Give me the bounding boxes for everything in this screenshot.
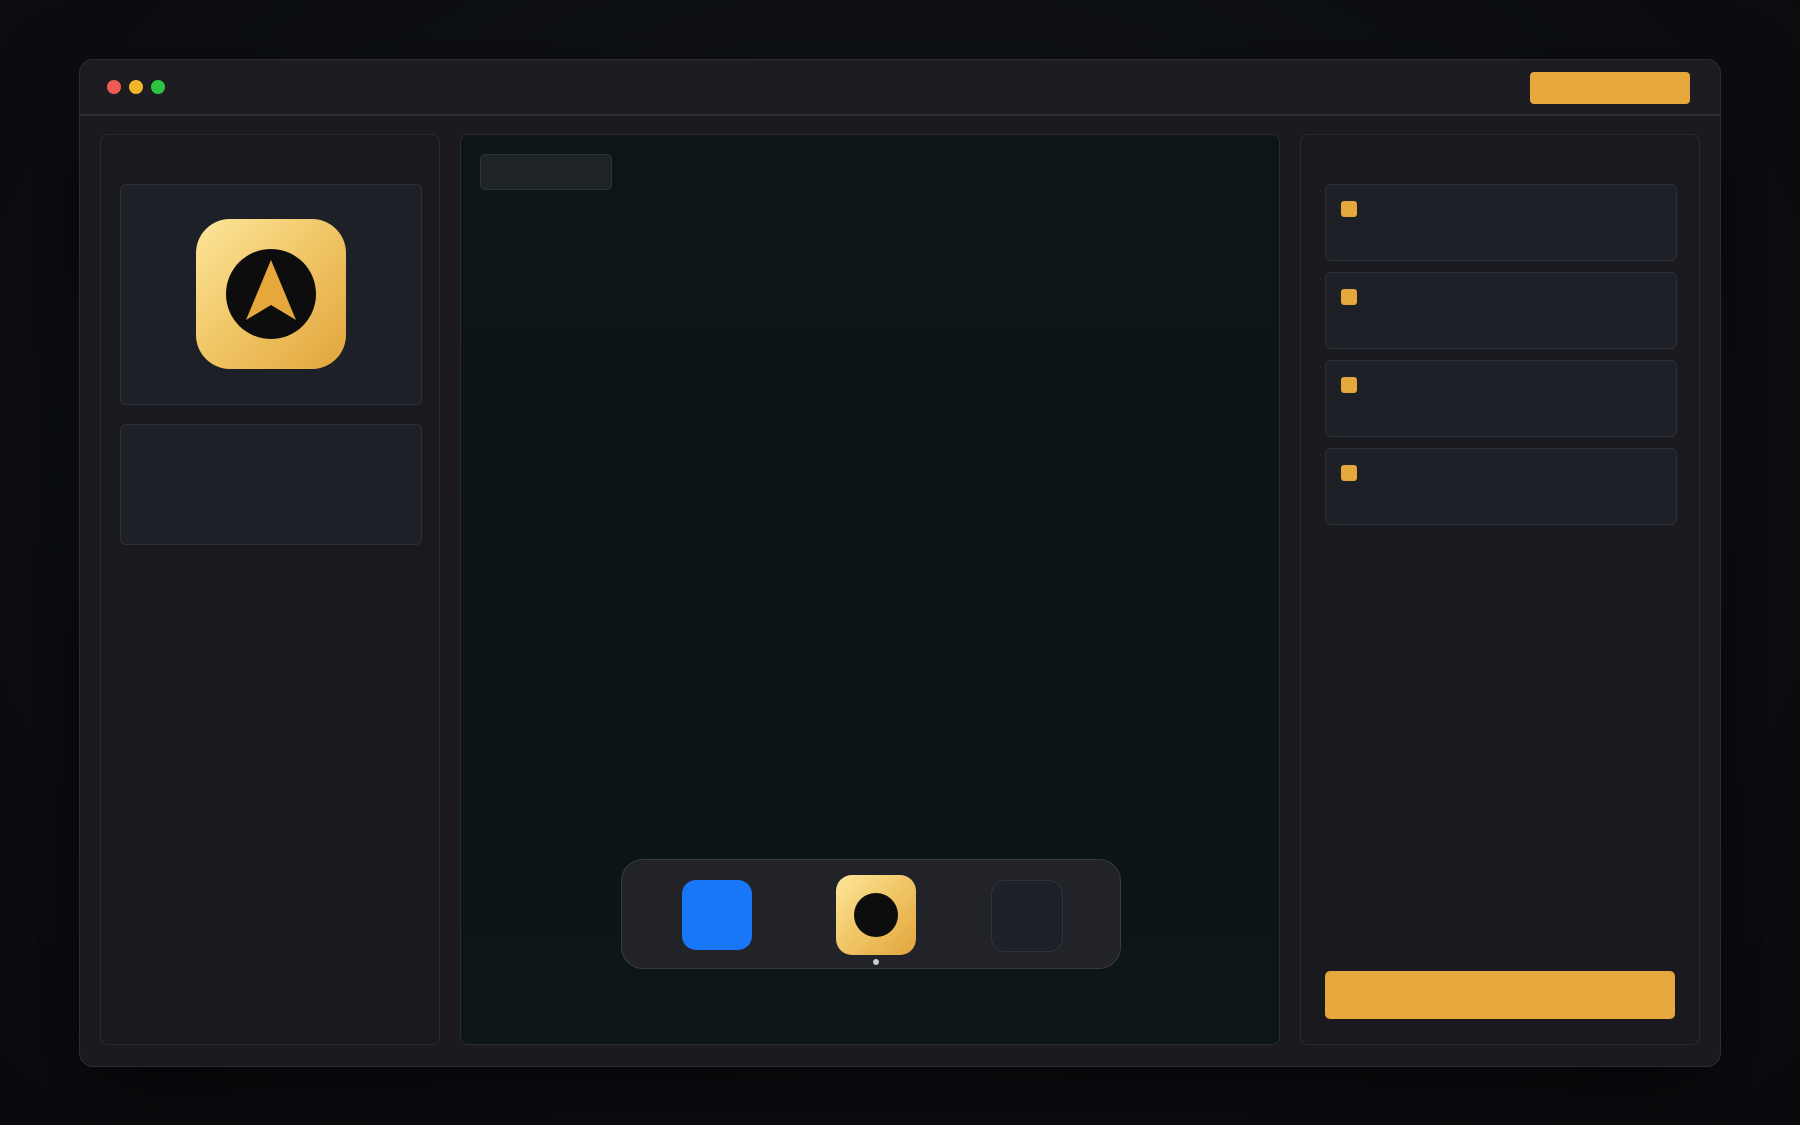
- circle-icon: [854, 893, 898, 937]
- main-canvas: [460, 134, 1280, 1045]
- list-item[interactable]: [1325, 272, 1677, 349]
- close-window-button[interactable]: [107, 80, 121, 94]
- list-item[interactable]: [1325, 184, 1677, 261]
- canvas-tag[interactable]: [480, 154, 612, 190]
- zoom-window-button[interactable]: [151, 80, 165, 94]
- minimize-window-button[interactable]: [129, 80, 143, 94]
- bullet-icon: [1341, 289, 1357, 305]
- title-bar: [80, 60, 1720, 116]
- bullet-icon: [1341, 201, 1357, 217]
- right-panel: [1300, 134, 1700, 1045]
- bullet-icon: [1341, 465, 1357, 481]
- navigation-arrow-icon: [196, 219, 346, 369]
- dock-app-blue[interactable]: [682, 880, 752, 950]
- active-app-indicator: [873, 959, 879, 965]
- app-window: [79, 59, 1721, 1067]
- left-panel: [100, 134, 440, 1045]
- app-icon-card: [120, 184, 422, 405]
- titlebar-action-button[interactable]: [1530, 72, 1690, 104]
- info-card: [120, 424, 422, 545]
- app-dock: [621, 859, 1121, 969]
- dock-empty-slot[interactable]: [991, 880, 1063, 952]
- bullet-icon: [1341, 377, 1357, 393]
- list-item[interactable]: [1325, 360, 1677, 437]
- list-item[interactable]: [1325, 448, 1677, 525]
- primary-action-button[interactable]: [1325, 971, 1675, 1019]
- dock-app-gold[interactable]: [836, 875, 916, 955]
